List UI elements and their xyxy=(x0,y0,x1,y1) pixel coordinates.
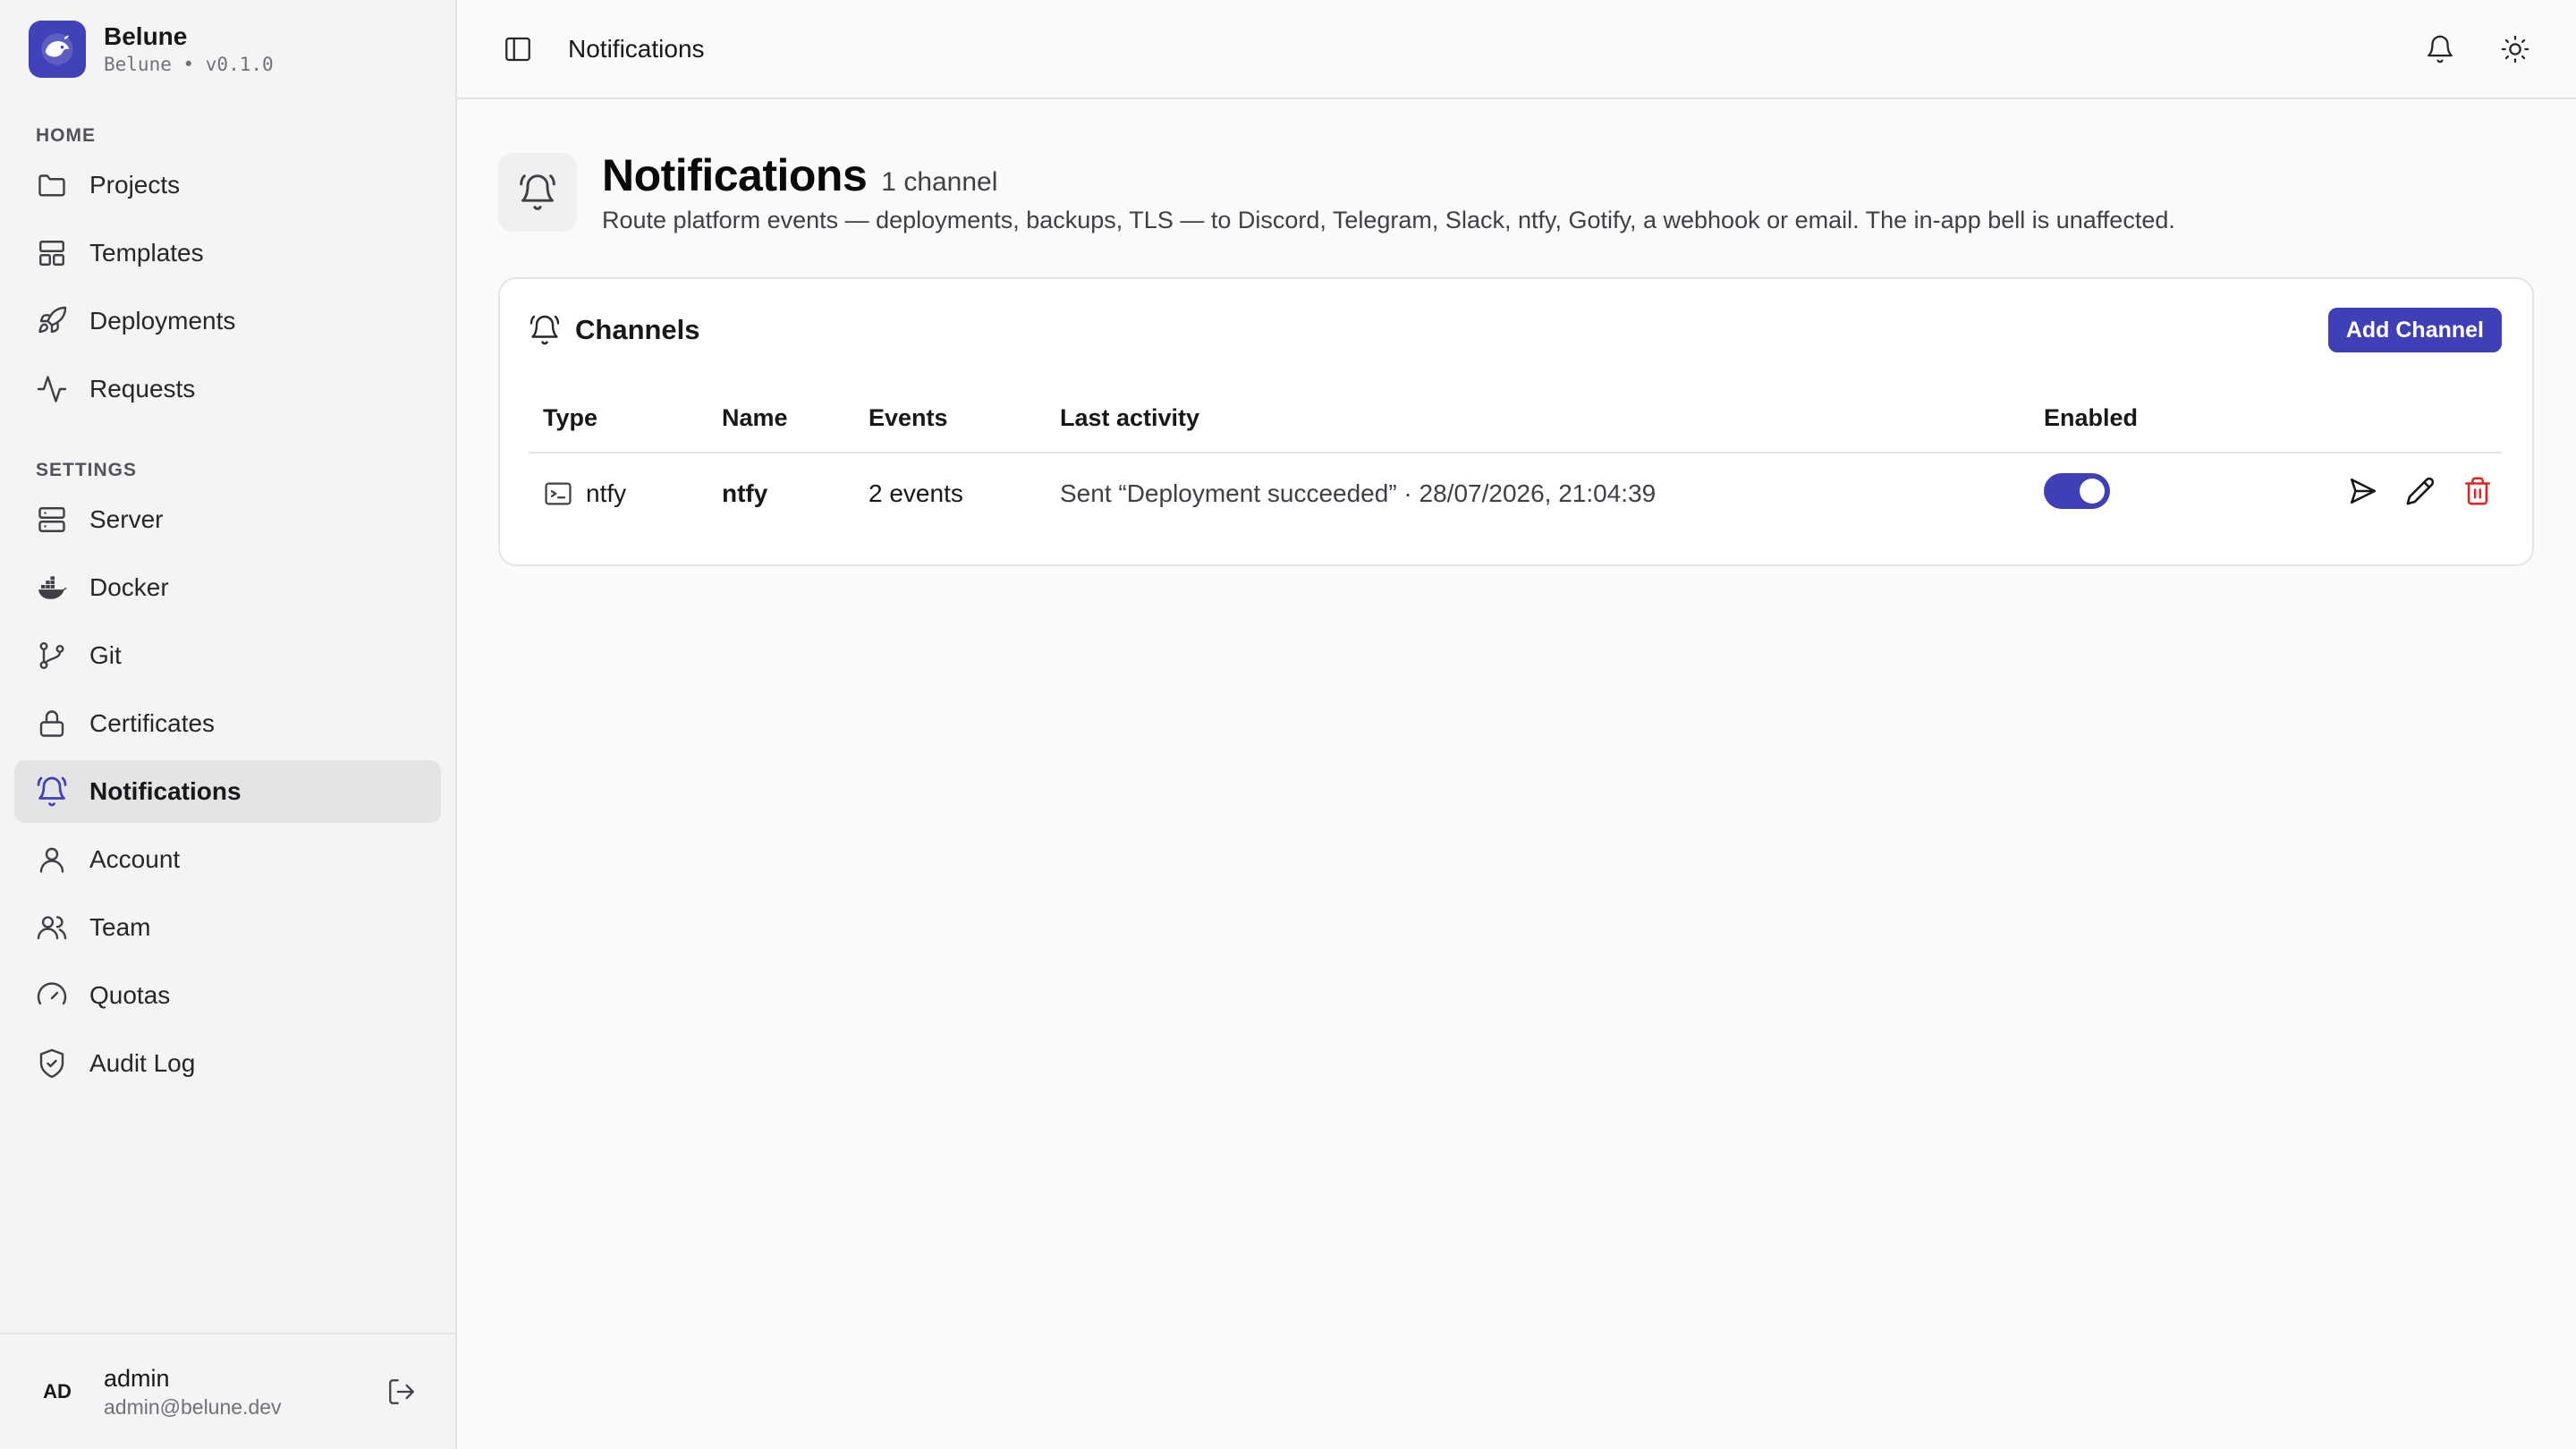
logout-icon xyxy=(389,1379,414,1404)
sidebar-item-deployments[interactable]: Deployments xyxy=(14,290,441,352)
bell-ring-icon xyxy=(530,315,560,345)
sidebar-item-label: Docker xyxy=(89,573,169,601)
column-header-type[interactable]: Type xyxy=(529,385,708,453)
page-description: Route platform events — deployments, bac… xyxy=(602,207,2175,233)
sidebar-item-certificates[interactable]: Certificates xyxy=(14,692,441,755)
bell-ring-icon xyxy=(37,776,67,807)
section-label-settings: SETTINGS xyxy=(36,460,138,480)
user-name: admin xyxy=(104,1365,170,1392)
channels-table: Type Name Events Last activity Enabled n… xyxy=(529,385,2502,534)
sidebar-item-label: Audit Log xyxy=(89,1049,196,1077)
avatar[interactable]: AD xyxy=(29,1363,86,1420)
git-branch-icon xyxy=(39,641,64,669)
sidebar-item-label: Projects xyxy=(89,171,181,199)
bell-ring-icon xyxy=(498,153,577,232)
column-header-name[interactable]: Name xyxy=(708,385,854,453)
edit-button[interactable] xyxy=(2405,476,2436,513)
brand-version: Belune • v0.1.0 xyxy=(104,54,274,75)
sidebar-item-label: Templates xyxy=(89,239,204,267)
sidebar-item-quotas[interactable]: Quotas xyxy=(14,964,441,1027)
sidebar-item-label: Requests xyxy=(89,375,196,402)
channel-events: 2 events xyxy=(869,479,963,507)
sidebar-item-label: Certificates xyxy=(89,709,216,737)
column-header-actions xyxy=(2253,385,2502,453)
theme-toggle-button[interactable] xyxy=(2490,24,2540,74)
sidebar-item-label: Deployments xyxy=(89,307,236,335)
user-box: AD admin admin@belune.dev xyxy=(0,1333,455,1449)
panel-left-icon xyxy=(505,37,530,61)
shield-check-icon xyxy=(39,1048,64,1079)
enabled-toggle[interactable] xyxy=(2044,472,2110,509)
rocket-icon xyxy=(38,306,67,334)
sidebar-item-label: Notifications xyxy=(89,777,242,805)
channels-title-label: Channels xyxy=(575,314,700,345)
trash-icon xyxy=(2464,477,2491,504)
sidebar-item-label: Quotas xyxy=(89,981,171,1009)
send-test-button[interactable] xyxy=(2348,476,2378,513)
folder-icon xyxy=(38,174,65,197)
channels-card: Channels Add Channel Type Name Events La… xyxy=(498,277,2534,566)
page-content: Notifications 1 channel Route platform e… xyxy=(457,99,2576,566)
docker-icon xyxy=(38,576,67,599)
users-icon xyxy=(37,916,67,940)
sidebar-item-label: Git xyxy=(89,641,122,669)
sidebar-item-docker[interactable]: Docker xyxy=(14,556,441,619)
page-header: Notifications 1 channel Route platform e… xyxy=(498,149,2535,234)
channel-count: 1 channel xyxy=(881,167,998,197)
sidebar-item-projects[interactable]: Projects xyxy=(14,154,441,216)
notifications-bell-button[interactable] xyxy=(2415,24,2465,74)
whale-logo-icon xyxy=(29,21,86,78)
sun-icon xyxy=(2501,35,2529,63)
sidebar-item-notifications[interactable]: Notifications xyxy=(14,760,441,823)
brand-name: Belune xyxy=(104,22,188,50)
layout-icon xyxy=(39,241,64,266)
sidebar-item-templates[interactable]: Templates xyxy=(14,222,441,284)
sidebar-item-audit-log[interactable]: Audit Log xyxy=(14,1032,441,1095)
channels-title: Channels xyxy=(529,314,700,346)
delete-button[interactable] xyxy=(2462,476,2493,513)
column-header-enabled[interactable]: Enabled xyxy=(2029,385,2253,453)
breadcrumb: Notifications xyxy=(568,34,705,63)
page-title: Notifications xyxy=(602,150,868,200)
activity-icon xyxy=(37,376,67,402)
sidebar-nav: HOME Projects Templates Deployments Requ… xyxy=(0,98,455,1333)
sidebar-item-label: Account xyxy=(89,845,181,873)
sidebar-item-server[interactable]: Server xyxy=(14,488,441,551)
pencil-icon xyxy=(2406,477,2435,504)
lock-icon xyxy=(39,710,64,737)
sidebar-item-account[interactable]: Account xyxy=(14,828,441,891)
sidebar: Belune Belune • v0.1.0 HOME Projects Tem… xyxy=(0,0,457,1449)
bell-icon xyxy=(2428,35,2453,63)
channel-name: ntfy xyxy=(722,479,768,507)
topbar: Notifications xyxy=(457,0,2576,99)
user-email: admin@belune.dev xyxy=(104,1395,282,1419)
add-channel-button[interactable]: Add Channel xyxy=(2327,308,2502,352)
server-icon xyxy=(38,507,65,532)
gauge-icon xyxy=(37,982,67,1005)
column-header-events[interactable]: Events xyxy=(854,385,1046,453)
channel-last-activity: Sent “Deployment succeeded” · 28/07/2026… xyxy=(1060,479,1657,507)
table-row: ntfy ntfy 2 events Sent “Deployment succ… xyxy=(529,453,2502,534)
channel-type: ntfy xyxy=(586,479,627,507)
sidebar-item-git[interactable]: Git xyxy=(14,624,441,687)
section-label-home: HOME xyxy=(36,125,96,146)
terminal-icon xyxy=(545,482,572,505)
main: Notifications Notifications 1 channel Ro… xyxy=(457,0,2576,1449)
app: Belune Belune • v0.1.0 HOME Projects Tem… xyxy=(0,0,2576,1449)
sidebar-toggle-button[interactable] xyxy=(493,24,543,74)
sidebar-item-team[interactable]: Team xyxy=(14,896,441,959)
send-icon xyxy=(2350,478,2377,504)
sidebar-item-label: Team xyxy=(89,913,151,941)
column-header-last-activity[interactable]: Last activity xyxy=(1046,385,2029,453)
logout-button[interactable] xyxy=(377,1367,427,1417)
brand[interactable]: Belune Belune • v0.1.0 xyxy=(0,0,455,98)
sidebar-item-requests[interactable]: Requests xyxy=(14,358,441,420)
sidebar-item-label: Server xyxy=(89,505,164,533)
user-icon xyxy=(39,847,64,873)
